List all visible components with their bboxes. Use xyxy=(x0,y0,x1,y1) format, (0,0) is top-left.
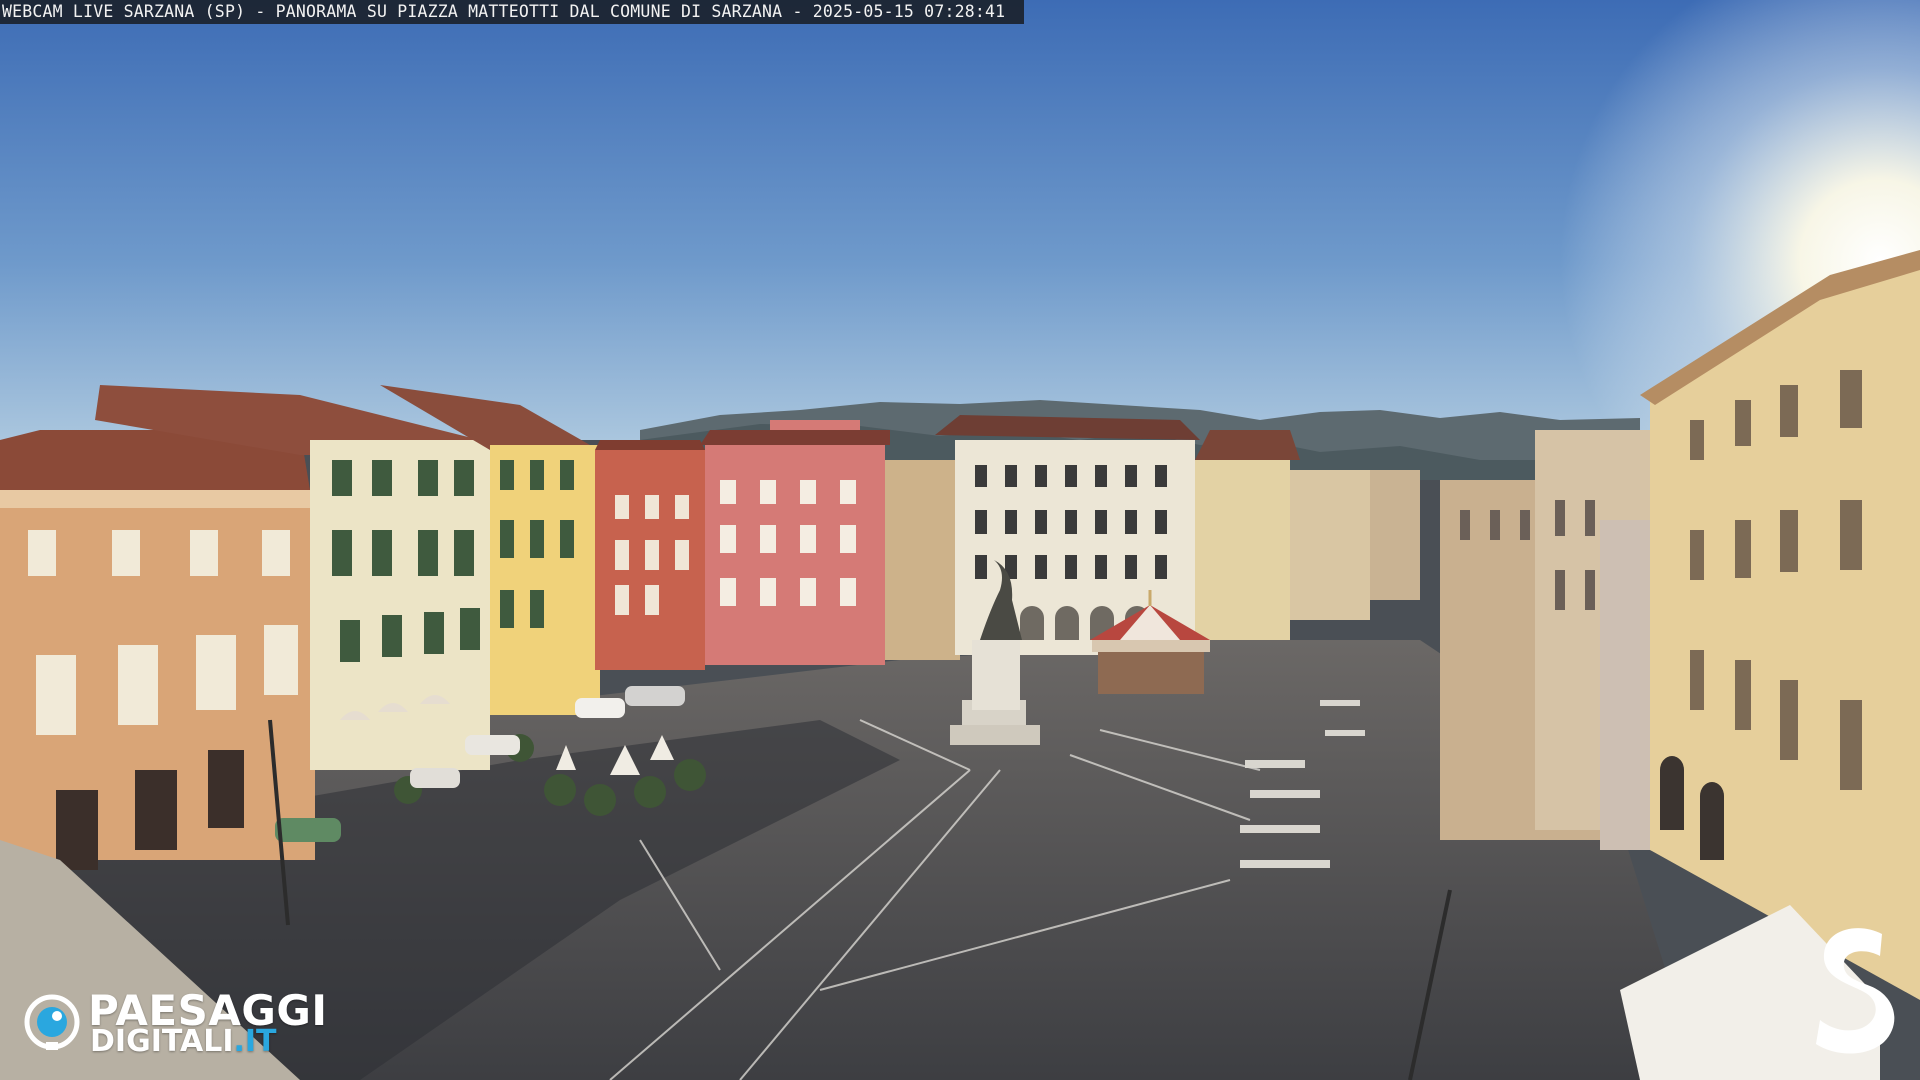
paesaggi-digitali-logo: PAESAGGI DIGITALI.IT xyxy=(24,986,334,1060)
building-pink xyxy=(700,420,890,665)
camera-lens-icon xyxy=(24,994,80,1050)
webcam-photo xyxy=(0,0,1920,1080)
logo-text-line2: DIGITALI.IT xyxy=(90,1024,277,1059)
webcam-caption: WEBCAM LIVE SARZANA (SP) - PANORAMA SU P… xyxy=(0,0,1024,24)
logo-text-digitali: DIGITALI xyxy=(90,1024,234,1059)
building-terracotta xyxy=(595,440,705,670)
building-orange-left xyxy=(0,430,315,870)
buildings-right xyxy=(1440,430,1670,850)
logo-text-it: .IT xyxy=(233,1024,277,1059)
s-brand-icon xyxy=(1816,928,1895,1054)
